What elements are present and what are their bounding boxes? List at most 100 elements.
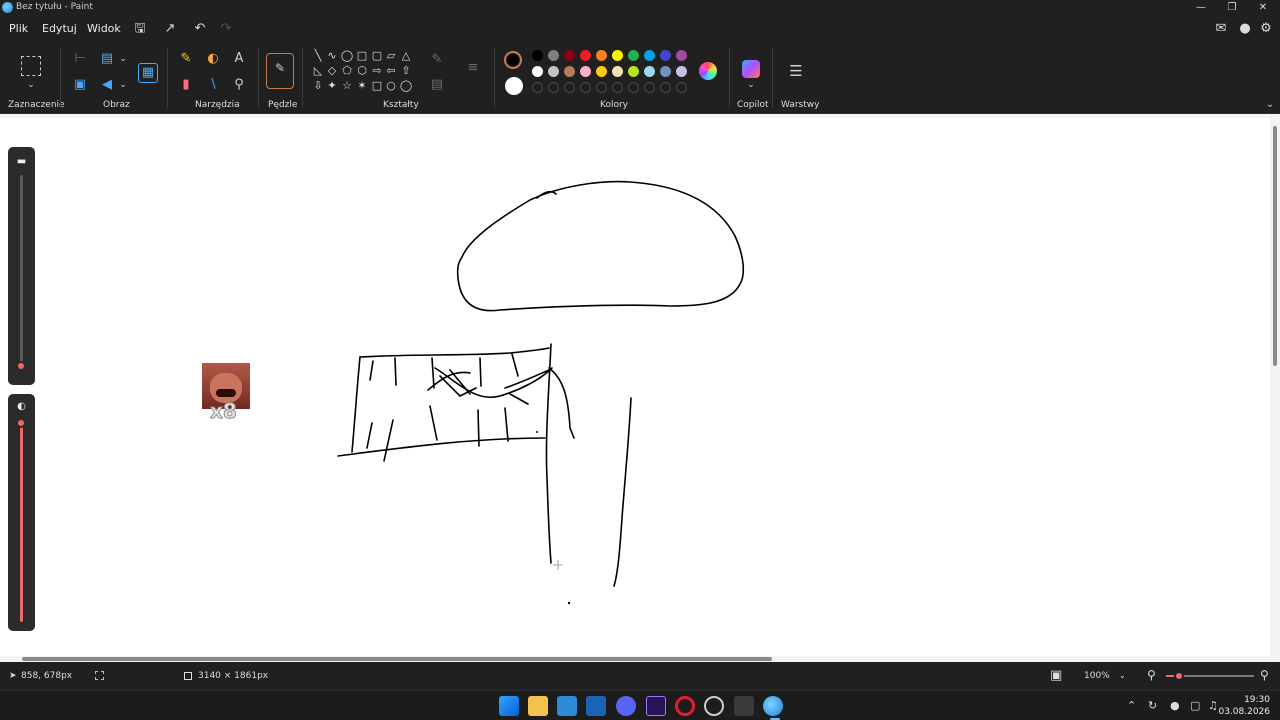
start-icon[interactable] [499,696,519,716]
palette-color-swatch[interactable] [532,66,543,77]
right-triangle-shape-icon[interactable]: ◺ [311,64,325,78]
custom-color-slot[interactable] [628,82,639,93]
opera-gx-icon[interactable] [704,696,724,716]
hexagon-shape-icon[interactable]: ⬡ [355,64,369,78]
palette-color-swatch[interactable] [660,66,671,77]
copilot-chevron-icon[interactable]: ⌄ [742,76,760,94]
crop-icon[interactable]: ⊢ [71,50,89,68]
close-button[interactable]: ✕ [1248,0,1278,16]
menu-view[interactable]: Widok [87,22,121,35]
fit-to-window-icon[interactable]: ▣ [1050,668,1062,683]
ribbon-collapse-icon[interactable]: ⌄ [1261,96,1279,114]
premiere-icon[interactable] [646,696,666,716]
vertical-scrollbar[interactable] [1272,116,1278,656]
save-icon[interactable]: 🖫 [132,21,148,37]
five-point-star-shape-icon[interactable]: ☆ [340,79,354,93]
paint-taskbar-icon[interactable] [763,696,783,716]
discord-icon[interactable] [616,696,636,716]
selection-icon[interactable] [21,56,41,76]
horizontal-scroll-thumb[interactable] [22,657,772,661]
tray-overflow-icon[interactable]: ⌃ [1127,699,1136,712]
oval-callout-shape-icon[interactable]: ○ [384,79,398,93]
restore-button[interactable]: ❐ [1217,0,1247,16]
file-explorer-icon[interactable] [528,696,548,716]
custom-color-slot[interactable] [564,82,575,93]
menu-file[interactable]: Plik [9,22,28,35]
fill-style-icon[interactable]: ▤ [428,76,446,94]
custom-color-slot[interactable] [660,82,671,93]
brush-size-thumb[interactable] [16,361,26,371]
opera-icon[interactable] [675,696,695,716]
stroke-size-icon[interactable]: ≡ [464,59,482,77]
palette-color-swatch[interactable] [548,50,559,61]
drawing-canvas[interactable]: x8 [0,118,1270,656]
oval-shape-icon[interactable]: ◯ [340,49,354,63]
magnifier-icon[interactable]: ⚲ [230,76,248,94]
up-arrow-shape-icon[interactable]: ⇧ [399,64,413,78]
triangle-shape-icon[interactable]: △ [399,49,413,63]
right-arrow-shape-icon[interactable]: ⇨ [370,64,384,78]
zoom-slider-thumb[interactable] [1174,671,1185,681]
zoom-dropdown-icon[interactable]: ⌄ [1119,671,1126,680]
rotate-chevron-icon[interactable]: ⌄ [114,76,132,94]
palette-color-swatch[interactable] [564,66,575,77]
custom-color-slot[interactable] [612,82,623,93]
rectangle-shape-icon[interactable]: □ [355,49,369,63]
rounded-rectangle-shape-icon[interactable]: ▢ [370,49,384,63]
custom-color-slot[interactable] [532,82,543,93]
redo-icon[interactable]: ↷ [218,21,234,37]
tray-sync-icon[interactable]: ↻ [1148,699,1157,712]
calculator-icon[interactable] [734,696,754,716]
zoom-level[interactable]: 100% [1084,671,1110,681]
palette-color-swatch[interactable] [580,50,591,61]
system-clock[interactable]: 19:30 03.08.2026 [1218,694,1270,718]
menu-edit[interactable]: Edytuj [42,22,77,35]
app-icon-blue[interactable] [586,696,606,716]
image-select-icon[interactable]: ▦ [138,63,158,83]
photos-icon[interactable] [557,696,577,716]
rect-callout-shape-icon[interactable]: □ [370,79,384,93]
undo-icon[interactable]: ↶ [192,21,208,37]
palette-color-swatch[interactable] [676,50,687,61]
four-point-star-shape-icon[interactable]: ✦ [325,79,339,93]
minimize-button[interactable]: — [1186,0,1216,16]
color-picker-icon[interactable]: ∖ [204,76,222,94]
fill-icon[interactable]: ◐ [204,50,222,68]
palette-color-swatch[interactable] [596,66,607,77]
line-shape-icon[interactable]: ╲ [311,49,325,63]
palette-color-swatch[interactable] [548,66,559,77]
microphone-icon[interactable]: ● [1170,699,1180,712]
outline-icon[interactable]: ✎ [428,51,446,69]
account-icon[interactable]: ● [1237,21,1253,37]
palette-color-swatch[interactable] [612,66,623,77]
left-arrow-shape-icon[interactable]: ⇦ [384,64,398,78]
layers-icon[interactable]: ☰ [787,62,805,80]
zoom-slider[interactable] [1166,671,1254,681]
palette-color-swatch[interactable] [580,66,591,77]
polygon-shape-icon[interactable]: ▱ [384,49,398,63]
edit-colors-icon[interactable] [699,62,717,80]
display-icon[interactable]: ▢ [1190,699,1200,712]
feedback-icon[interactable]: ✉ [1213,21,1229,37]
share-icon[interactable]: ↗ [162,21,178,37]
palette-color-swatch[interactable] [612,50,623,61]
selection-chevron-icon[interactable]: ⌄ [22,76,40,94]
resize-chevron-icon[interactable]: ⌄ [114,50,132,68]
palette-color-swatch[interactable] [644,50,655,61]
brush-size-slider[interactable]: ▬ [8,147,35,385]
eraser-icon[interactable]: ▮ [177,76,195,94]
custom-color-slot[interactable] [676,82,687,93]
pentagon-shape-icon[interactable]: ⬠ [340,64,354,78]
opacity-slider[interactable]: ◐ [8,394,35,631]
six-point-star-shape-icon[interactable]: ✶ [355,79,369,93]
palette-color-swatch[interactable] [676,66,687,77]
palette-color-swatch[interactable] [564,50,575,61]
custom-color-slot[interactable] [596,82,607,93]
brush-icon[interactable]: ✎ [266,53,294,89]
down-arrow-shape-icon[interactable]: ⇩ [311,79,325,93]
palette-color-swatch[interactable] [628,66,639,77]
opacity-thumb[interactable] [16,418,26,428]
palette-color-swatch[interactable] [596,50,607,61]
custom-color-slot[interactable] [580,82,591,93]
vertical-scroll-thumb[interactable] [1273,126,1277,366]
